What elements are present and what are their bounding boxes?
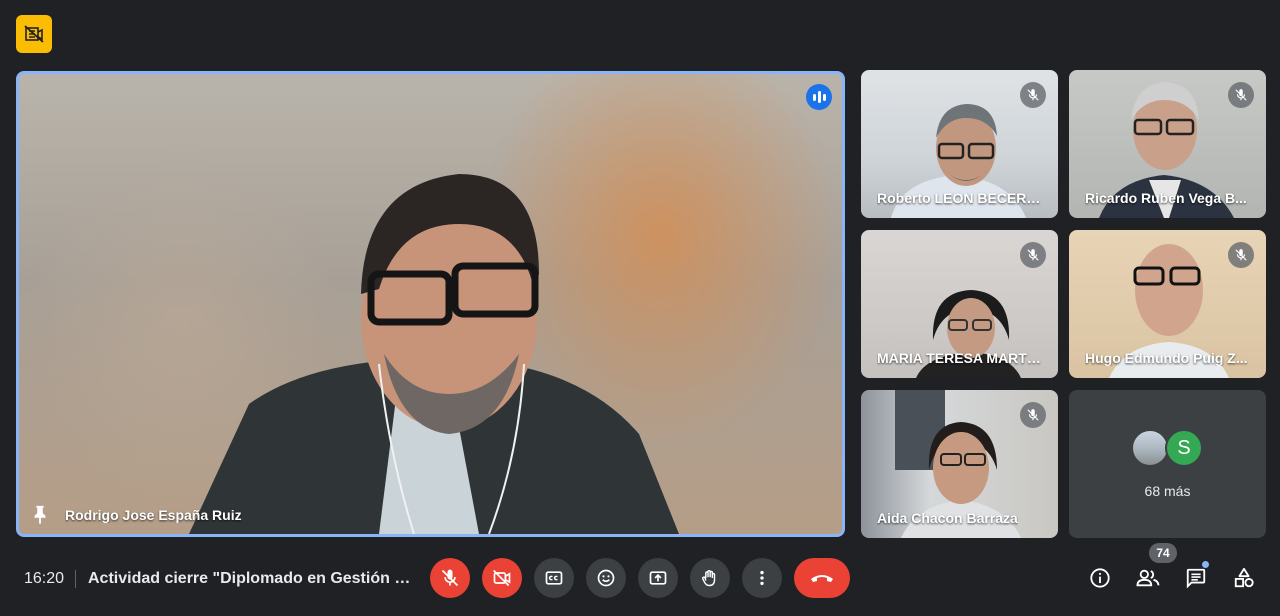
participant-name: Aida Chacon Barraza xyxy=(877,510,1018,526)
participant-tile[interactable]: Aida Chacon Barraza xyxy=(861,390,1058,538)
mic-muted-indicator xyxy=(1228,82,1254,108)
more-vert-icon xyxy=(760,570,764,586)
mic-muted-indicator xyxy=(1020,82,1046,108)
mic-off-icon xyxy=(1027,409,1039,421)
reactions-button[interactable] xyxy=(586,558,626,598)
microphone-button[interactable] xyxy=(430,558,470,598)
emoji-icon xyxy=(597,569,615,587)
more-options-button[interactable] xyxy=(742,558,782,598)
mic-off-icon xyxy=(1235,89,1247,101)
participant-name: Hugo Edmundo Puig Z... xyxy=(1085,350,1248,366)
meeting-details-button[interactable] xyxy=(1084,562,1116,594)
new-message-dot xyxy=(1202,561,1209,568)
participant-tile[interactable]: MARIA TERESA MARTI... xyxy=(861,230,1058,378)
main-speaker-name: Rodrigo Jose España Ruiz xyxy=(65,507,242,523)
meeting-title: Actividad cierre "Diplomado en Gestión P… xyxy=(88,570,412,587)
more-participants-label: 68 más xyxy=(1144,483,1191,499)
speaker-video xyxy=(19,74,842,534)
more-avatars: S xyxy=(1131,429,1211,469)
mic-off-icon xyxy=(1027,89,1039,101)
raise-hand-button[interactable] xyxy=(690,558,730,598)
participant-name: Roberto LEON BECERRA xyxy=(877,190,1042,206)
camera-button[interactable] xyxy=(482,558,522,598)
mic-muted-indicator xyxy=(1228,242,1254,268)
present-screen-button[interactable] xyxy=(638,558,678,598)
leave-call-button[interactable] xyxy=(794,558,850,598)
info-icon xyxy=(1090,568,1110,588)
bottom-bar: 16:20 Actividad cierre "Diplomado en Ges… xyxy=(0,552,1280,616)
participant-name: MARIA TERESA MARTI... xyxy=(877,350,1042,366)
people-icon xyxy=(1136,569,1160,587)
mic-off-icon xyxy=(1027,249,1039,261)
camera-off-badge[interactable] xyxy=(16,15,52,53)
divider xyxy=(75,570,76,588)
hang-up-icon xyxy=(811,575,833,582)
mic-muted-indicator xyxy=(1020,242,1046,268)
activities-icon xyxy=(1234,567,1254,588)
hand-icon xyxy=(702,569,716,587)
chat-icon xyxy=(1186,568,1206,589)
main-speaker-tile[interactable]: Rodrigo Jose España Ruiz xyxy=(16,71,845,537)
participant-name: Ricardo Ruben Vega B... xyxy=(1085,190,1247,206)
participant-tile[interactable]: Ricardo Ruben Vega B... xyxy=(1069,70,1266,218)
captions-button[interactable] xyxy=(534,558,574,598)
pin-icon[interactable] xyxy=(29,504,51,526)
avatar-letter: S xyxy=(1165,429,1203,467)
mic-off-icon xyxy=(1235,249,1247,261)
camera-off-badge-icon xyxy=(24,25,44,43)
camera-off-icon xyxy=(493,569,511,587)
more-participants-tile[interactable]: S 68 más xyxy=(1069,390,1266,538)
speaking-indicator xyxy=(806,84,832,110)
avatar xyxy=(1131,429,1169,467)
clock: 16:20 xyxy=(24,570,65,587)
activities-button[interactable] xyxy=(1228,562,1260,594)
people-button[interactable] xyxy=(1132,562,1164,594)
present-screen-icon xyxy=(649,571,667,585)
participant-count-badge: 74 xyxy=(1149,543,1177,563)
speaking-indicator-icon xyxy=(812,93,816,101)
participant-tile[interactable]: Roberto LEON BECERRA xyxy=(861,70,1058,218)
captions-icon xyxy=(545,571,563,585)
participant-tile[interactable]: Hugo Edmundo Puig Z... xyxy=(1069,230,1266,378)
meet-call-screen: Rodrigo Jose España Ruiz Roberto LEON BE… xyxy=(0,0,1280,616)
mic-muted-indicator xyxy=(1020,402,1046,428)
mic-off-icon xyxy=(441,569,459,587)
